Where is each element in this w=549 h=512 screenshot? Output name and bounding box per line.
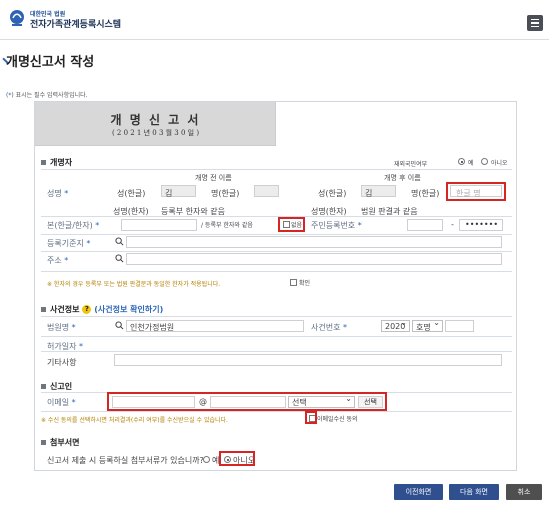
other-notes-input[interactable] [114, 354, 502, 366]
applicant-section-title: 개명자 [41, 157, 72, 168]
court-logo-icon [10, 10, 24, 26]
surname-before-value: 김 [165, 189, 173, 198]
top-bar: 대한민국 법원 전자가족관계등록시스템 [0, 0, 549, 40]
origin-hanja-note: / 등록부 한자와 같음 [201, 222, 253, 229]
search-icon[interactable] [115, 254, 124, 263]
attachment-yes-radio[interactable] [203, 456, 210, 463]
search-icon[interactable] [115, 237, 124, 246]
divider [41, 351, 512, 352]
reporter-section-title: 신고인 [41, 381, 72, 392]
attachment-no-highlight [219, 451, 255, 466]
email-notice: ※ 수신 동의를 선택하시면 처리결과(수리 여부)를 수신받으실 수 있습니다… [41, 417, 228, 424]
case-type-value: 호명 [416, 323, 431, 332]
case-section-title: 사건정보? (사건정보 확인하기) [41, 304, 163, 315]
foreign-question: 재외국민여부 [394, 161, 428, 168]
foreign-yes-radio[interactable] [458, 158, 465, 165]
resident-dash: - [451, 220, 454, 229]
confirm-checkbox[interactable] [290, 279, 297, 286]
divider [41, 234, 512, 235]
given-name-after-label: 명(한글) [411, 189, 440, 198]
address-input[interactable] [126, 253, 502, 265]
confirm-label: 확인 [299, 280, 311, 287]
search-icon[interactable] [115, 321, 124, 330]
consent-highlight [305, 411, 317, 424]
resident-number-label: 주민등록번호 * [311, 221, 362, 230]
case-number-input[interactable] [445, 320, 474, 332]
origin-label: 본(한글/한자) * [47, 221, 100, 230]
attachment-question: 신고서 제출 시 등록하실 첨부서류가 있습니까? [47, 456, 204, 465]
report-form: 개 명 신 고 서 ( 2 0 2 1 년 0 3 월 3 0 일 ) 개명자 … [34, 101, 517, 471]
given-name-before-field [254, 185, 279, 197]
foreign-no-radio[interactable] [481, 158, 488, 165]
foreign-yes-label: 예 [468, 160, 474, 167]
address-label: 주소 * [47, 256, 69, 265]
after-name-header: 개명 후 이름 [384, 174, 421, 182]
registry-label: 등록기준지 * [47, 239, 91, 248]
surname-after-label: 성(한글) [318, 189, 347, 198]
document-title: 개 명 신 고 서 [110, 113, 201, 127]
next-button[interactable]: 다음 화면 [449, 484, 499, 500]
before-name-header: 개명 전 이름 [195, 174, 232, 182]
hamburger-line-icon [531, 22, 539, 24]
email-label: 이메일 * [47, 398, 76, 407]
divider [41, 271, 512, 272]
attachments-section-title: 첨부서면 [41, 437, 79, 448]
court-name-label: 법원명 * [47, 323, 76, 332]
surname-after-value: 김 [365, 189, 373, 198]
divider [41, 169, 512, 170]
origin-none-highlight [278, 217, 305, 232]
hanja-warning: ※ 한자의 경우 등록부 또는 법원 판결문과 동일한 한자가 적용됩니다. [47, 281, 221, 288]
previous-button[interactable]: 이전화면 [394, 484, 443, 500]
registry-input[interactable] [126, 236, 502, 248]
document-header: 개 명 신 고 서 ( 2 0 2 1 년 0 3 월 3 0 일 ) [35, 102, 276, 146]
divider [41, 316, 512, 317]
divider [41, 216, 512, 217]
hamburger-line-icon [531, 19, 539, 21]
foreign-no-label: 아니오 [491, 160, 508, 167]
surname-label: 성(한글) [117, 189, 146, 198]
page-title: 개명신고서 작성 [6, 55, 95, 70]
divider [41, 336, 512, 337]
divider [41, 251, 512, 252]
cancel-button[interactable]: 취소 [506, 484, 542, 500]
year-value: 2020 [385, 322, 406, 331]
resident-masked-value: ••••••• [465, 220, 499, 229]
origin-input[interactable] [121, 219, 197, 231]
email-highlight [107, 392, 387, 411]
required-note: (*) 표시는 필수 입력사항입니다. [6, 92, 88, 99]
court-name-value: 인천가정법원 [130, 323, 175, 332]
menu-button[interactable] [527, 15, 543, 31]
resident-front-input[interactable] [407, 219, 443, 231]
other-notes-label: 기타사항 [47, 358, 77, 367]
case-number-label: 사건번호 * [311, 323, 347, 332]
given-name-label: 명(한글) [211, 189, 240, 198]
divider [41, 411, 512, 412]
hamburger-line-icon [531, 25, 539, 27]
system-title: 전자가족관계등록시스템 [30, 20, 122, 30]
help-icon[interactable]: ? [82, 305, 92, 314]
document-date: ( 2 0 2 1 년 0 3 월 3 0 일 ) [111, 129, 200, 137]
new-name-highlight [446, 182, 506, 201]
email-consent-label: 이메일수신 동의 [317, 416, 358, 423]
name-label: 성명 * [47, 189, 69, 198]
case-help-link[interactable]: (사건정보 확인하기) [94, 305, 163, 314]
